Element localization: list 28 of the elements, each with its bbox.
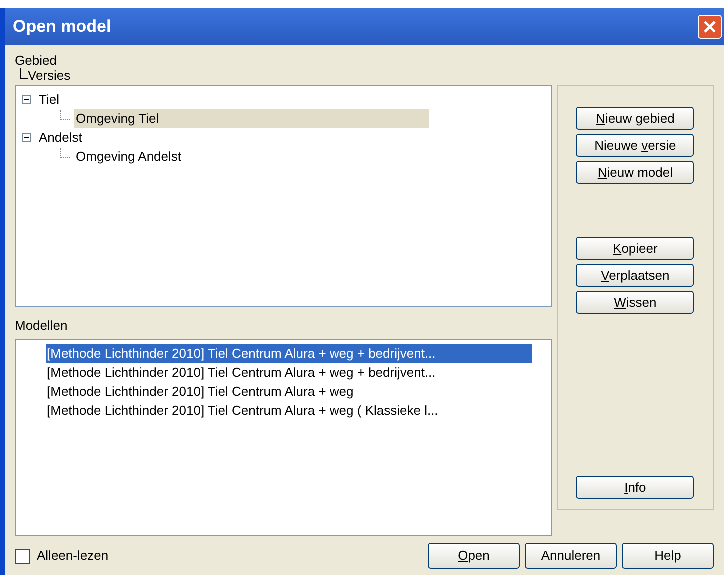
window-title: Open model [13,16,112,38]
action-button[interactable]: Help [622,543,714,569]
model-item[interactable]: [Methode Lichthinder 2010] Tiel Centrum Alura + weg [46,382,532,400]
tree-item[interactable]: Andelst [37,128,84,148]
action-button[interactable]: Kopieer [576,237,694,260]
tree-subheader: Versies [28,68,71,83]
model-item[interactable]: [Methode Lichthinder 2010] Tiel Centrum Alura + weg ( Klassieke l... [46,400,532,420]
tree-item[interactable]: Omgeving Andelst [74,146,184,166]
action-button[interactable]: Nieuw gebied [576,107,694,130]
action-button[interactable]: Verplaatsen [576,264,694,287]
model-item[interactable]: [Methode Lichthinder 2010] Tiel Centrum Alura + weg + bedrijvent... [46,362,532,382]
tree-item[interactable]: Omgeving Tiel [74,108,429,128]
collapse-icon[interactable] [22,133,31,142]
action-button[interactable]: Nieuw model [576,161,694,184]
tree-header: Gebied [15,53,58,68]
checkbox-label: Alleen-lezen [37,547,109,566]
model-item[interactable]: [Methode Lichthinder 2010] Tiel Centrum Alura + weg + bedrijvent... [46,344,532,362]
action-button[interactable]: Wissen [576,291,694,314]
action-button[interactable]: Annuleren [525,543,617,569]
tree-item[interactable]: Tiel [37,90,62,110]
close-icon [703,20,717,34]
checkbox[interactable] [15,548,30,564]
close-button[interactable] [698,14,722,38]
action-button[interactable]: Open [428,543,520,569]
list-label: Modellen [15,317,69,335]
action-button[interactable]: Nieuwe versie [576,134,694,157]
collapse-icon[interactable] [22,95,31,104]
action-button[interactable]: Info [576,476,694,499]
